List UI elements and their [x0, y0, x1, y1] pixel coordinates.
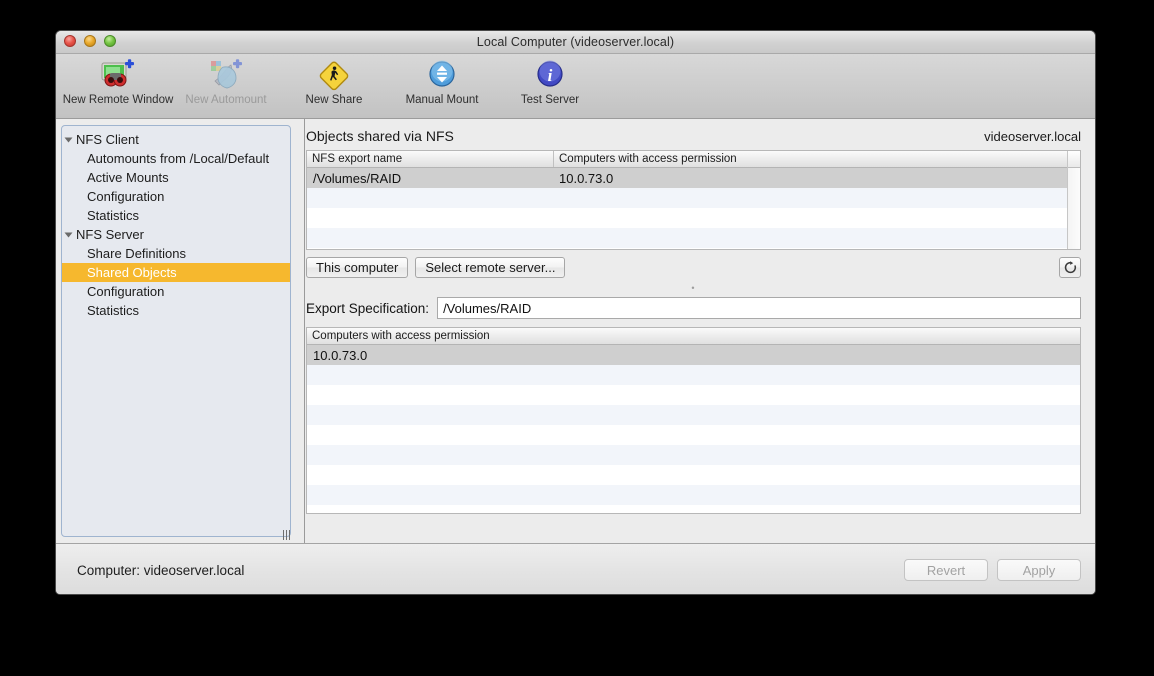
table-row-empty[interactable] [307, 405, 1080, 425]
page-title: Objects shared via NFS [306, 128, 454, 144]
toolbar-label: Test Server [520, 94, 580, 106]
sidebar-item-server-statistics[interactable]: Statistics [62, 301, 290, 320]
maximize-button[interactable] [104, 35, 116, 47]
refresh-button[interactable] [1059, 257, 1081, 278]
screen-background: Local Computer (videoserver.local) New R… [0, 0, 1154, 676]
sidebar-item-label: NFS Server [76, 227, 144, 242]
export-specification-label: Export Specification: [306, 300, 430, 316]
shares-table[interactable]: NFS export name Computers with access pe… [306, 150, 1081, 250]
table-row-empty[interactable] [307, 248, 1080, 249]
window-title: Local Computer (videoserver.local) [476, 35, 675, 49]
svg-text:i: i [548, 66, 553, 85]
toolbar-item-new-remote-window[interactable]: New Remote Window [62, 58, 174, 116]
table-row-empty[interactable] [307, 425, 1080, 445]
sidebar-item-active-mounts[interactable]: Active Mounts [62, 168, 290, 187]
access-table-header: Computers with access permission [307, 328, 1080, 345]
status-bar: Computer: videoserver.local Revert Apply [56, 543, 1095, 594]
sidebar-item-label: Automounts from /Local/Default [87, 151, 270, 166]
toolbar-item-new-automount[interactable]: New Automount [172, 58, 280, 116]
sidebar-item-nfs-server[interactable]: NFS Server [62, 225, 290, 244]
sidebar-item-server-configuration[interactable]: Configuration [62, 282, 290, 301]
column-header-export-name[interactable]: NFS export name [307, 151, 553, 167]
main-header: Objects shared via NFS videoserver.local [306, 128, 1081, 144]
sidebar-item-label: Configuration [87, 284, 165, 299]
shares-table-scrollbar[interactable] [1067, 151, 1080, 249]
close-button[interactable] [64, 35, 76, 47]
source-button-row: This computer Select remote server... [306, 257, 1081, 278]
column-header-computers[interactable]: Computers with access permission [553, 151, 1067, 167]
sidebar-item-label: NFS Client [76, 132, 139, 147]
revert-button[interactable]: Revert [904, 559, 988, 581]
section-splitter-handle[interactable]: • [306, 281, 1081, 295]
sidebar-item-label: Share Definitions [87, 246, 186, 261]
table-row-empty[interactable] [307, 385, 1080, 405]
new-remote-window-icon [101, 58, 135, 92]
title-bar: Local Computer (videoserver.local) [56, 31, 1095, 54]
manual-mount-icon [425, 58, 459, 92]
host-label: videoserver.local [984, 129, 1081, 144]
cell-computer: 10.0.73.0 [313, 347, 368, 363]
toolbar-label: New Share [305, 94, 363, 106]
sidebar-panel: NFS Client Automounts from /Local/Defaul… [56, 119, 296, 543]
sidebar-item-label: Shared Objects [87, 265, 177, 280]
refresh-icon [1064, 261, 1076, 274]
sidebar-item-share-definitions[interactable]: Share Definitions [62, 244, 290, 263]
sidebar-item-client-statistics[interactable]: Statistics [62, 206, 290, 225]
new-automount-icon [209, 58, 243, 92]
table-row-empty[interactable] [307, 485, 1080, 505]
table-row-empty[interactable] [307, 445, 1080, 465]
sidebar-item-client-configuration[interactable]: Configuration [62, 187, 290, 206]
sidebar-item-shared-objects[interactable]: Shared Objects [62, 263, 290, 282]
application-window: Local Computer (videoserver.local) New R… [55, 30, 1096, 595]
sidebar-item-automounts[interactable]: Automounts from /Local/Default [62, 149, 290, 168]
computer-status-label: Computer: videoserver.local [77, 562, 245, 578]
new-share-icon [317, 58, 351, 92]
column-header-computers-access[interactable]: Computers with access permission [307, 328, 1080, 344]
access-permission-table[interactable]: Computers with access permission 10.0.73… [306, 327, 1081, 514]
scrollbar-thumb[interactable] [1068, 151, 1080, 168]
sidebar-item-label: Statistics [87, 303, 140, 318]
toolbar-item-new-share[interactable]: New Share [280, 58, 388, 116]
export-specification-input[interactable] [437, 297, 1081, 319]
table-row[interactable]: /Volumes/RAID 10.0.73.0 [307, 168, 1080, 188]
toolbar-item-test-server[interactable]: i Test Server [496, 58, 604, 116]
disclosure-triangle-icon[interactable] [64, 137, 73, 142]
cell-computers: 10.0.73.0 [559, 170, 614, 186]
window-controls [64, 35, 116, 47]
table-row-empty[interactable] [307, 228, 1080, 248]
table-row-empty[interactable] [307, 208, 1080, 228]
disclosure-triangle-icon[interactable] [64, 232, 73, 237]
minimize-button[interactable] [84, 35, 96, 47]
table-row-empty[interactable] [307, 465, 1080, 485]
export-specification-row: Export Specification: [306, 297, 1081, 319]
toolbar: New Remote Window New Automount New Shar… [56, 54, 1095, 119]
table-row-empty[interactable] [307, 365, 1080, 385]
select-remote-server-button[interactable]: Select remote server... [415, 257, 566, 278]
sidebar-item-nfs-client[interactable]: NFS Client [62, 130, 290, 149]
shares-table-header: NFS export name Computers with access pe… [307, 151, 1080, 168]
toolbar-item-manual-mount[interactable]: Manual Mount [388, 58, 496, 116]
toolbar-label: New Remote Window [62, 94, 174, 106]
navigation-tree[interactable]: NFS Client Automounts from /Local/Defaul… [61, 125, 291, 537]
this-computer-button[interactable]: This computer [306, 257, 409, 278]
cell-export-name: /Volumes/RAID [313, 170, 402, 186]
sidebar-item-label: Active Mounts [87, 170, 169, 185]
content-area: NFS Client Automounts from /Local/Defaul… [56, 119, 1095, 543]
sidebar-item-label: Configuration [87, 189, 165, 204]
toolbar-label: Manual Mount [405, 94, 479, 106]
sidebar-resize-grip[interactable] [279, 529, 293, 540]
apply-button[interactable]: Apply [997, 559, 1081, 581]
main-panel: Objects shared via NFS videoserver.local… [296, 119, 1095, 543]
table-row-empty[interactable] [307, 188, 1080, 208]
toolbar-label: New Automount [185, 94, 267, 106]
test-server-icon: i [533, 58, 567, 92]
table-row[interactable]: 10.0.73.0 [307, 345, 1080, 365]
sidebar-item-label: Statistics [87, 208, 140, 223]
table-row-empty[interactable] [307, 505, 1080, 513]
